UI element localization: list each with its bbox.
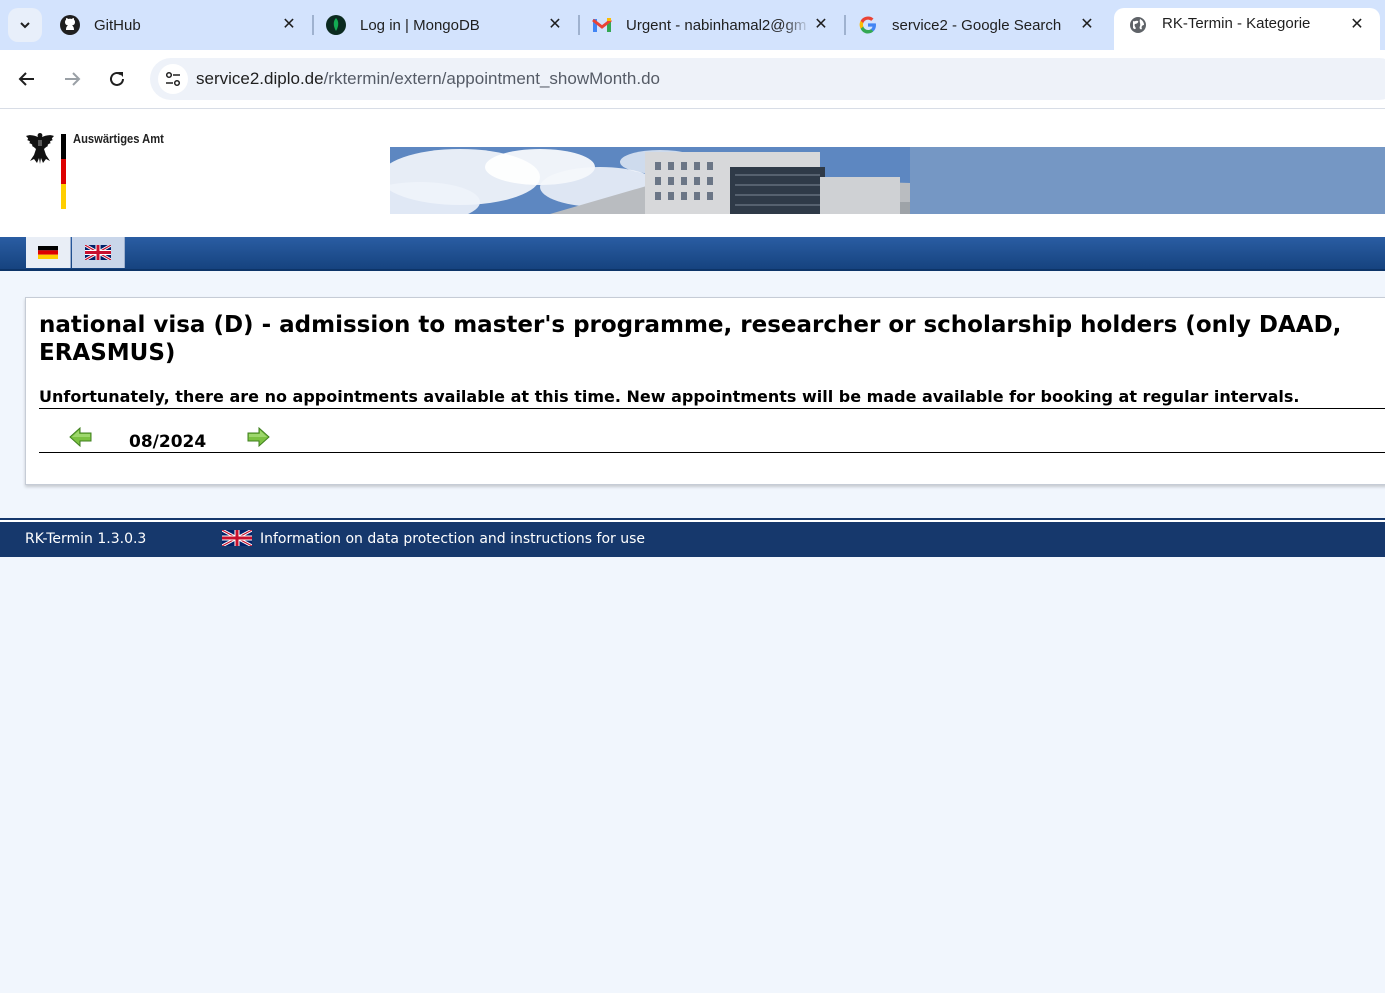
uk-flag-icon <box>85 245 111 260</box>
url-host: service2.diplo.de <box>196 69 324 88</box>
divider <box>39 452 1385 453</box>
close-tab-icon[interactable]: ✕ <box>1078 16 1096 34</box>
chevron-down-icon <box>20 22 30 29</box>
language-de-button[interactable] <box>26 237 71 268</box>
site-header: Auswärtiges Amt <box>0 109 1385 237</box>
app-version: RK-Termin 1.3.0.3 <box>25 531 147 547</box>
gmail-icon <box>592 15 612 35</box>
language-bar <box>0 237 1385 271</box>
tab-title: GitHub <box>94 16 141 34</box>
arrow-left-icon <box>18 72 34 86</box>
german-flag-icon <box>38 246 58 259</box>
divider <box>39 408 1385 409</box>
reload-button[interactable] <box>102 64 132 94</box>
tab-title: Log in | MongoDB <box>360 16 480 34</box>
browser-tab-google-search[interactable]: service2 - Google Search ✕ <box>844 8 1110 42</box>
site-footer: RK-Termin 1.3.0.3 Information on data pr… <box>0 520 1385 557</box>
address-bar[interactable]: service2.diplo.de/rktermin/extern/appoin… <box>150 58 1385 100</box>
data-protection-link[interactable]: Information on data protection and instr… <box>260 531 645 547</box>
current-month: 08/2024 <box>129 432 207 452</box>
arrow-right-icon <box>65 72 81 86</box>
google-icon <box>858 15 878 35</box>
federal-eagle-icon <box>26 133 54 164</box>
tab-title: Urgent - nabinhamal2@gm <box>626 16 807 34</box>
browser-tab-strip: GitHub ✕ Log in | MongoDB ✕ Urgent - nab… <box>0 0 1385 50</box>
browser-tab-rk-termin[interactable]: RK-Termin - Kategorie ✕ <box>1114 8 1380 50</box>
no-appointments-notice: Unfortunately, there are no appointments… <box>39 387 1300 406</box>
close-tab-icon[interactable]: ✕ <box>812 16 830 34</box>
close-tab-icon[interactable]: ✕ <box>280 16 298 34</box>
building-banner-image <box>390 147 1385 214</box>
category-title: national visa (D) - admission to master'… <box>39 312 1342 366</box>
uk-flag-icon <box>222 530 252 546</box>
tab-title: service2 - Google Search <box>892 16 1062 34</box>
appointment-panel: national visa (D) - admission to master'… <box>25 297 1385 485</box>
tab-search-button[interactable] <box>8 8 42 42</box>
back-button[interactable] <box>12 64 42 94</box>
month-navigation: 08/2024 <box>39 425 339 453</box>
close-tab-icon[interactable]: ✕ <box>1348 16 1366 34</box>
close-tab-icon[interactable]: ✕ <box>546 16 564 34</box>
browser-tab-github[interactable]: GitHub ✕ <box>46 8 312 42</box>
browser-tab-gmail[interactable]: Urgent - nabinhamal2@gm ✕ <box>578 8 844 42</box>
globe-icon <box>1128 15 1148 35</box>
next-month-arrow-icon[interactable] <box>246 427 270 447</box>
mongodb-leaf-icon <box>326 15 346 35</box>
site-settings-icon[interactable] <box>158 64 188 94</box>
tab-title: RK-Termin - Kategorie <box>1162 15 1311 32</box>
previous-month-arrow-icon[interactable] <box>69 427 93 447</box>
url-text: service2.diplo.de/rktermin/extern/appoin… <box>196 69 660 89</box>
german-flag-stripe <box>61 134 66 209</box>
browser-toolbar: service2.diplo.de/rktermin/extern/appoin… <box>0 50 1385 109</box>
language-en-button[interactable] <box>72 237 125 268</box>
url-path: /rktermin/extern/appointment_showMonth.d… <box>323 69 660 88</box>
ministry-name: Auswärtiges Amt <box>73 131 164 146</box>
forward-button[interactable] <box>57 64 87 94</box>
reload-icon <box>110 71 124 86</box>
browser-tab-mongodb[interactable]: Log in | MongoDB ✕ <box>312 8 578 42</box>
github-icon <box>60 15 80 35</box>
